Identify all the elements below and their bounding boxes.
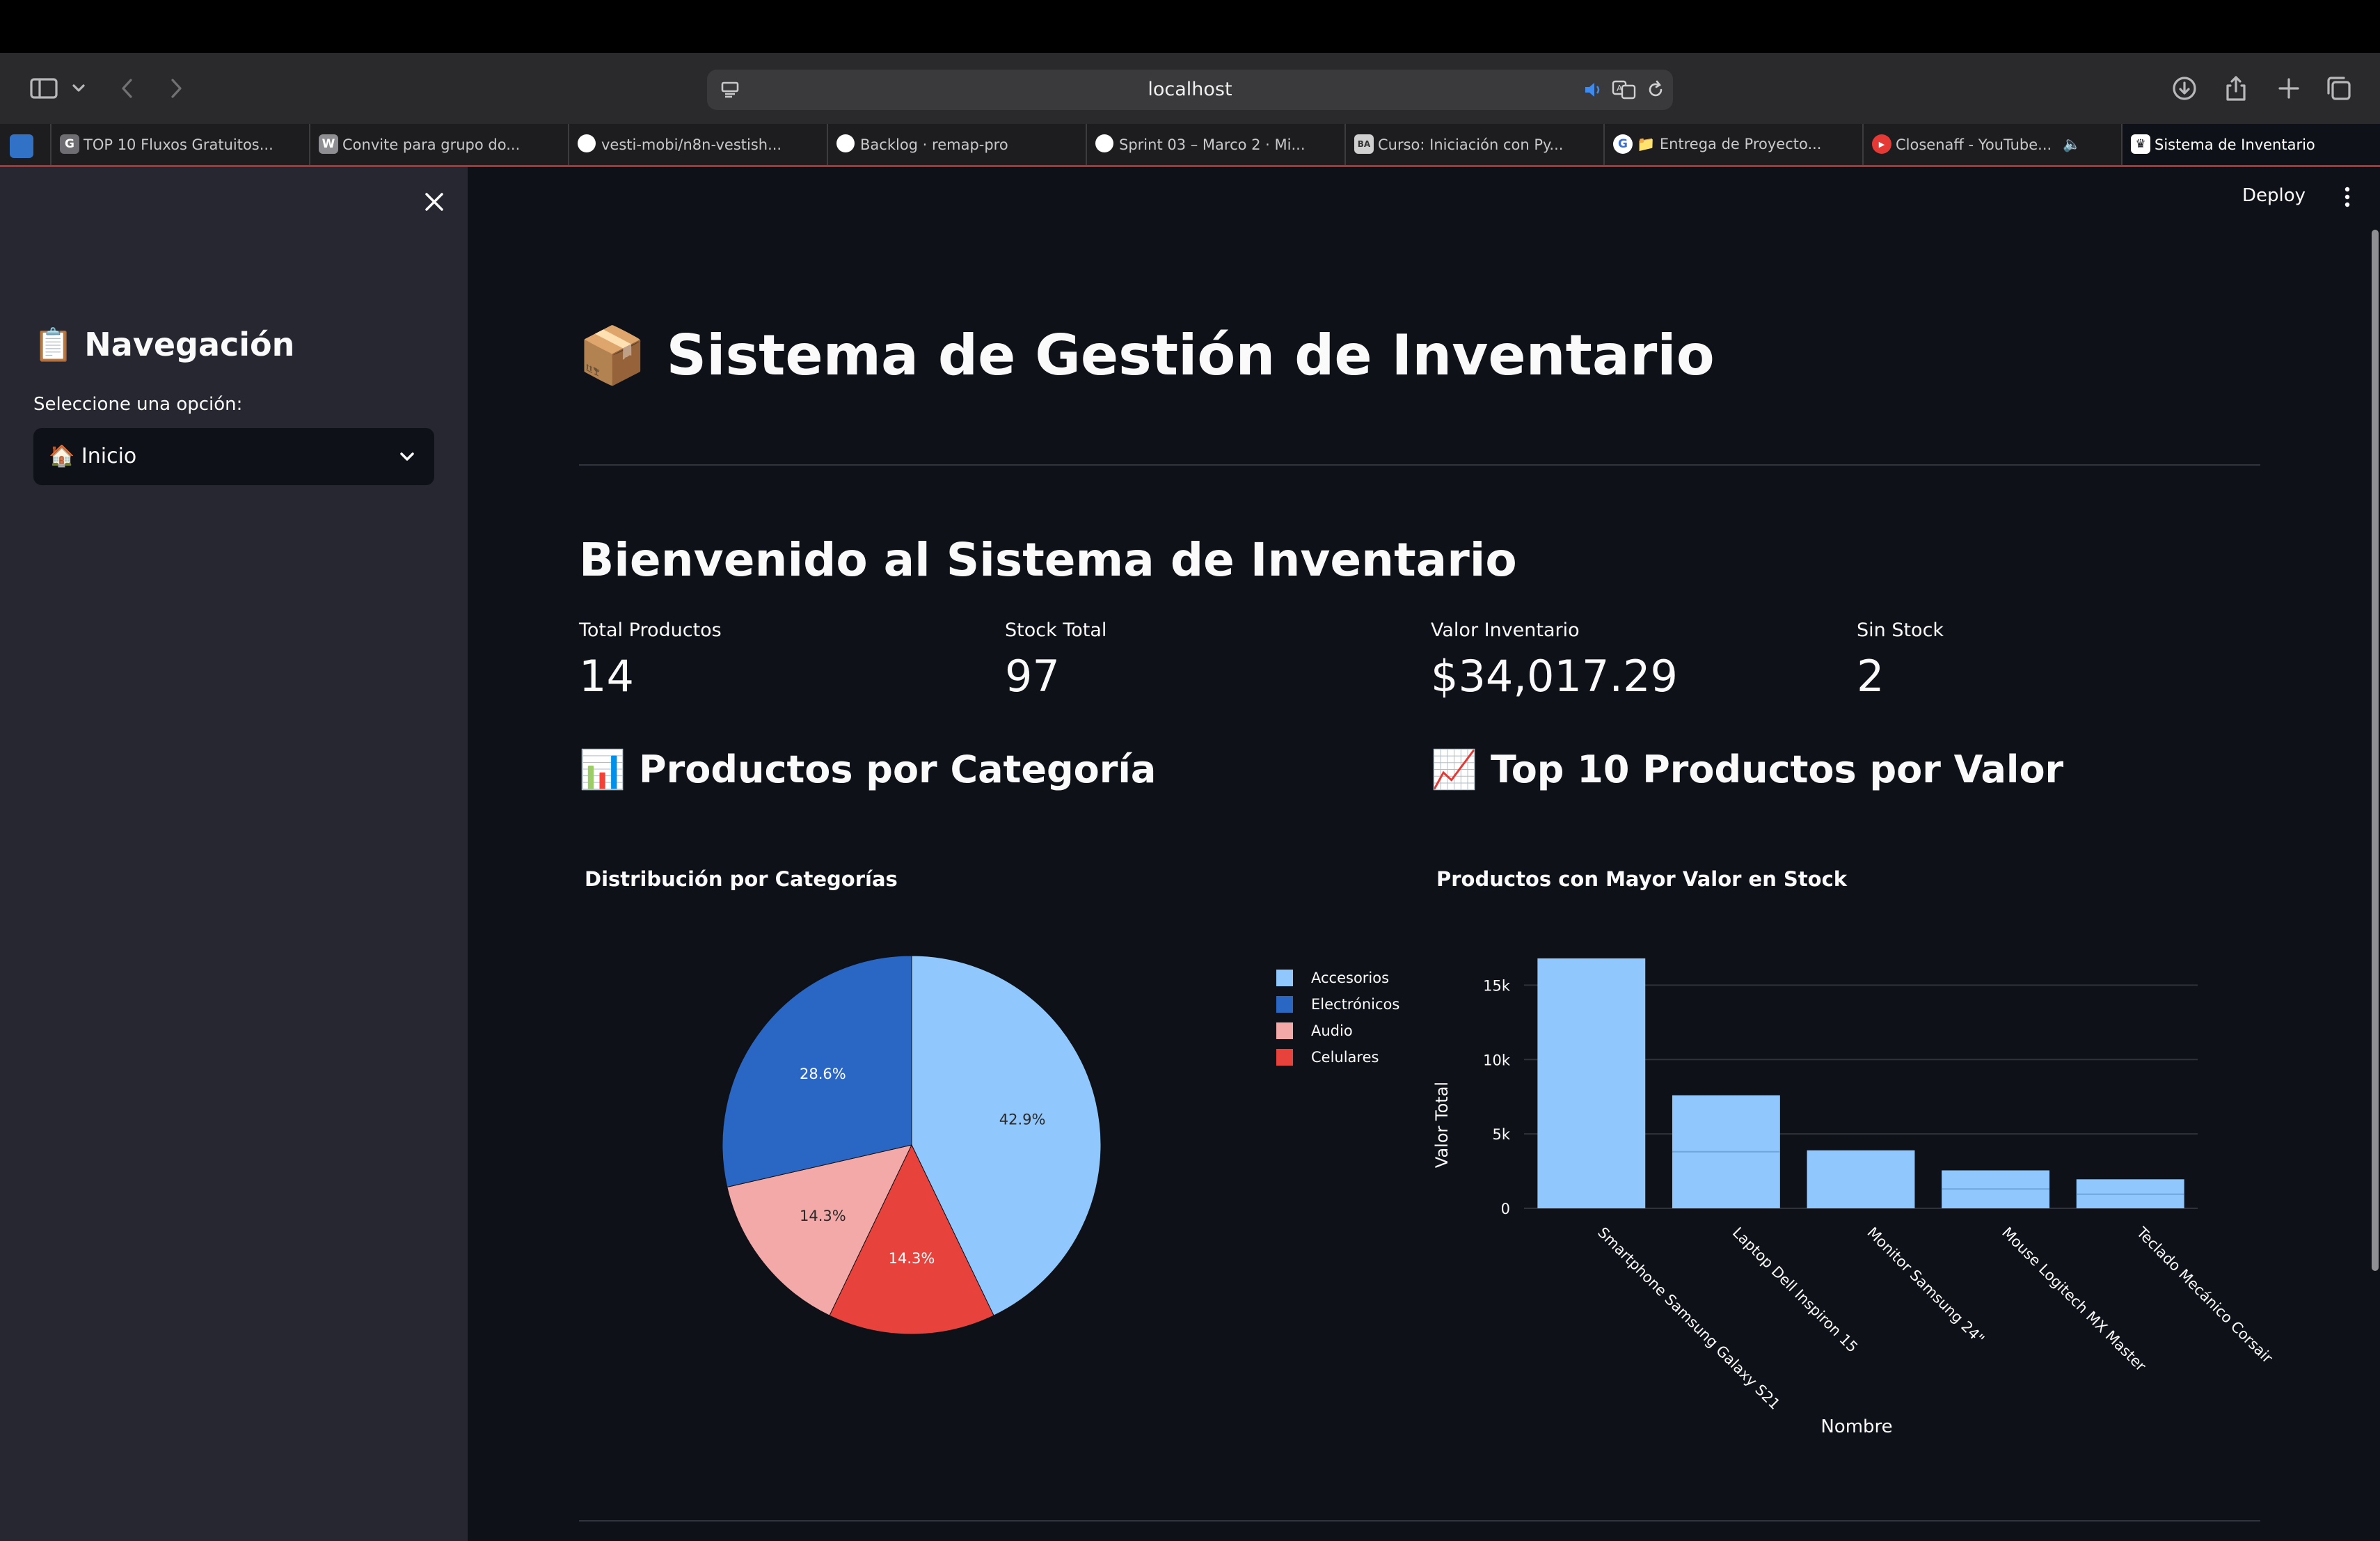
legend-swatch [1276,1049,1293,1066]
translate-icon[interactable]: A [1612,79,1637,100]
chevron-down-icon [400,452,414,461]
navigation-select[interactable]: 🏠 Inicio [33,428,434,485]
select-label: Seleccione una opción: [33,394,243,415]
metric-total-productos: Total Productos 14 [579,619,722,702]
legend-swatch [1276,996,1293,1013]
legend-swatch [1276,970,1293,986]
y-tick-label: 0 [1501,1201,1510,1217]
x-tick-label: Monitor Samsung 24" [1864,1224,1988,1348]
pinned-tab-icon[interactable] [10,134,33,158]
svg-text:A: A [1617,84,1623,93]
pie-value-label: 42.9% [999,1112,1046,1128]
divider [579,1520,2260,1522]
section-heading-categoria: 📊 Productos por Categoría [579,748,1157,791]
page-title: 📦 Sistema de Gestión de Inventario [578,323,1715,388]
pie-legend: Accesorios Electrónicos Audio Celulares [1276,965,1399,1070]
tab-0[interactable]: G TOP 10 Fluxos Gratuitos... [50,124,309,165]
github-icon [578,134,596,152]
pie-value-label: 28.6% [800,1066,846,1082]
bar[interactable] [1807,1150,1915,1208]
youtube-icon: ▶ [1872,134,1891,154]
x-tick-label: Mouse Logitech MX Master [1999,1224,2149,1375]
metric-sin-stock: Sin Stock 2 [1857,619,1944,702]
scrollbar[interactable] [2372,230,2379,1271]
metric-label: Valor Inventario [1431,619,1580,641]
tab-favicon-icon: W [319,134,338,154]
tab-audio-icon[interactable]: 🔈 [2063,136,2081,153]
section-heading-top10: 📈 Top 10 Productos por Valor [1431,748,2064,791]
browser-toolbar: localhost A [0,53,2380,124]
tab-5[interactable]: BA Curso: Iniciación con Py... [1344,124,1603,165]
close-sidebar-icon[interactable] [420,188,448,216]
pie-value-label: 14.3% [889,1250,935,1267]
select-value: 🏠 Inicio [49,444,137,468]
metric-label: Total Productos [579,619,722,641]
back-arrow-icon[interactable] [117,67,138,110]
legend-item[interactable]: Electrónicos [1276,991,1399,1018]
x-tick-label: Laptop Dell Inspiron 15 [1729,1224,1861,1356]
x-tick-label: Teclado Mecánico Corsair [2133,1224,2276,1367]
address-bar[interactable]: localhost A [707,70,1673,110]
tab-8-active[interactable]: ♛ Sistema de Inventario [2121,124,2380,165]
metric-stock-total: Stock Total 97 [1005,619,1106,702]
sidebar-title: 📋 Navegación [33,326,295,363]
os-top-bar [0,0,2380,53]
legend-item[interactable]: Celulares [1276,1044,1399,1070]
tab-6[interactable]: G 📁 Entrega de Proyecto... [1603,124,1862,165]
deploy-button[interactable]: Deploy [2242,185,2306,206]
y-tick-label: 15k [1483,977,1511,994]
tab-overview-icon[interactable] [2324,67,2354,110]
more-menu-icon[interactable] [2342,187,2352,207]
browser-tab-bar: G TOP 10 Fluxos Gratuitos... W Convite par… [0,124,2380,167]
google-icon: G [1613,134,1633,154]
y-axis-label: Valor Total [1432,1082,1452,1168]
reload-icon[interactable] [1645,79,1666,100]
metric-label: Stock Total [1005,619,1107,641]
welcome-heading: Bienvenido al Sistema de Inventario [579,533,1517,587]
url-text[interactable]: localhost [707,70,1673,110]
pie-chart[interactable]: 42.9% 14.3% 14.3% 28.6% [710,947,1127,1364]
legend-item[interactable]: Accesorios [1276,965,1399,991]
y-tick-label: 10k [1483,1052,1511,1068]
bar-chart[interactable]: 05k10k15kSmartphone Samsung Galaxy S21La… [1420,933,2324,1455]
streamlit-crown-icon: ♛ [2131,134,2150,154]
download-icon[interactable] [2170,67,2199,110]
metric-label: Sin Stock [1857,619,1944,641]
tab-4[interactable]: Sprint 03 – Marco 2 · Mi... [1086,124,1344,165]
sidebar: 📋 Navegación Seleccione una opción: 🏠 In… [0,167,468,1541]
divider [579,464,2260,466]
forward-arrow-icon[interactable] [166,67,187,110]
tab-7[interactable]: ▶ Closenaff - YouTube... 🔈 [1862,124,2121,165]
metric-value: 2 [1857,651,1885,702]
tab-2[interactable]: vesti-mobi/n8n-vestish... [568,124,827,165]
tab-favicon-icon: G [60,134,79,154]
metric-value: $34,017.29 [1431,651,1678,702]
github-icon [1095,134,1113,152]
x-axis-label: Nombre [1820,1416,1892,1437]
pie-value-label: 14.3% [800,1208,846,1224]
share-icon[interactable] [2221,67,2251,110]
y-tick-label: 5k [1492,1126,1510,1143]
chevron-down-icon[interactable] [70,67,88,110]
pie-chart-title: Distribución por Categorías [585,867,898,891]
bar-chart-title: Productos con Mayor Valor en Stock [1436,867,1848,891]
tab-favicon-icon: BA [1354,134,1374,154]
bar[interactable] [1537,958,1646,1208]
tab-1[interactable]: W Convite para grupo do... [309,124,568,165]
metric-value: 97 [1005,651,1060,702]
metric-value: 14 [579,651,634,702]
legend-item[interactable]: Audio [1276,1018,1399,1044]
speaker-icon[interactable] [1582,79,1603,100]
sidebar-toggle-icon[interactable] [28,67,60,110]
metric-valor-inventario: Valor Inventario $34,017.29 [1431,619,1678,702]
new-tab-icon[interactable] [2274,67,2303,110]
github-icon [836,134,855,152]
tab-3[interactable]: Backlog · remap-pro [827,124,1086,165]
legend-swatch [1276,1022,1293,1039]
